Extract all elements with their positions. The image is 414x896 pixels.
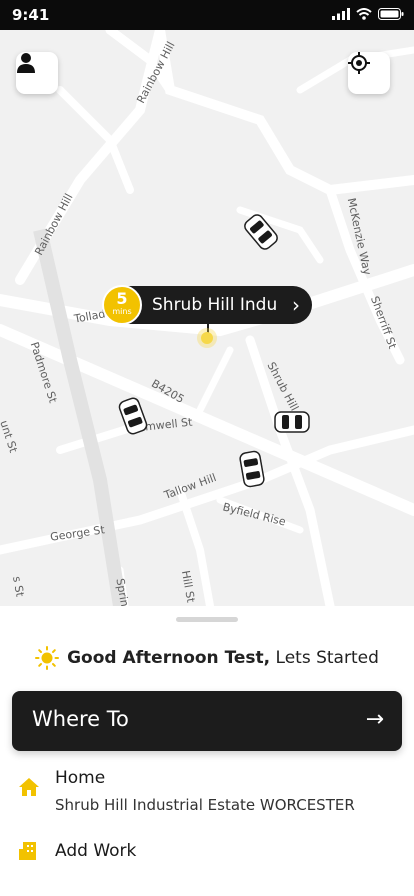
pickup-pin-icon bbox=[201, 332, 213, 344]
home-title: Home bbox=[55, 768, 106, 788]
greeting-name: Good Afternoon Test, bbox=[67, 648, 271, 668]
eta-value: 5 bbox=[116, 289, 128, 308]
sheet-drag-handle[interactable] bbox=[176, 617, 238, 622]
signal-icon bbox=[332, 8, 350, 20]
car-icon bbox=[274, 411, 310, 433]
greeting-text: Lets Started bbox=[275, 648, 379, 668]
sun-icon bbox=[35, 646, 60, 670]
crosshair-icon bbox=[348, 52, 370, 74]
saved-place-home[interactable]: Home Shrub Hill Industrial Estate WORCES… bbox=[18, 768, 398, 818]
map-view[interactable]: Rainbow Hill Rainbow Hill McKenzie Way S… bbox=[0, 30, 414, 606]
locate-me-button[interactable] bbox=[348, 52, 390, 94]
home-icon bbox=[19, 778, 39, 796]
eta-unit: mins bbox=[112, 307, 132, 316]
arrow-right-icon: → bbox=[365, 707, 384, 732]
pickup-location-name: Shrub Hill Indu bbox=[152, 295, 278, 315]
battery-icon bbox=[378, 8, 404, 20]
pickup-location-callout[interactable]: 5 mins Shrub Hill Indu › bbox=[102, 285, 312, 325]
wifi-icon bbox=[356, 8, 372, 20]
home-address: Shrub Hill Industrial Estate WORCESTER bbox=[55, 796, 355, 814]
status-bar: 9:41 bbox=[0, 0, 414, 30]
eta-badge: 5 mins bbox=[102, 285, 142, 325]
greeting: Good Afternoon Test, Lets Started bbox=[0, 646, 414, 670]
building-icon bbox=[19, 842, 36, 860]
user-icon bbox=[17, 53, 35, 73]
where-to-button[interactable]: Where To → bbox=[12, 691, 402, 751]
chevron-right-icon: › bbox=[292, 293, 300, 317]
bottom-sheet: Good Afternoon Test, Lets Started Where … bbox=[0, 606, 414, 896]
work-title: Add Work bbox=[55, 841, 137, 861]
profile-button[interactable] bbox=[16, 52, 58, 94]
status-time: 9:41 bbox=[12, 6, 50, 24]
saved-place-work[interactable]: Add Work bbox=[18, 841, 398, 871]
where-to-label: Where To bbox=[32, 707, 129, 731]
status-icons bbox=[332, 8, 404, 20]
